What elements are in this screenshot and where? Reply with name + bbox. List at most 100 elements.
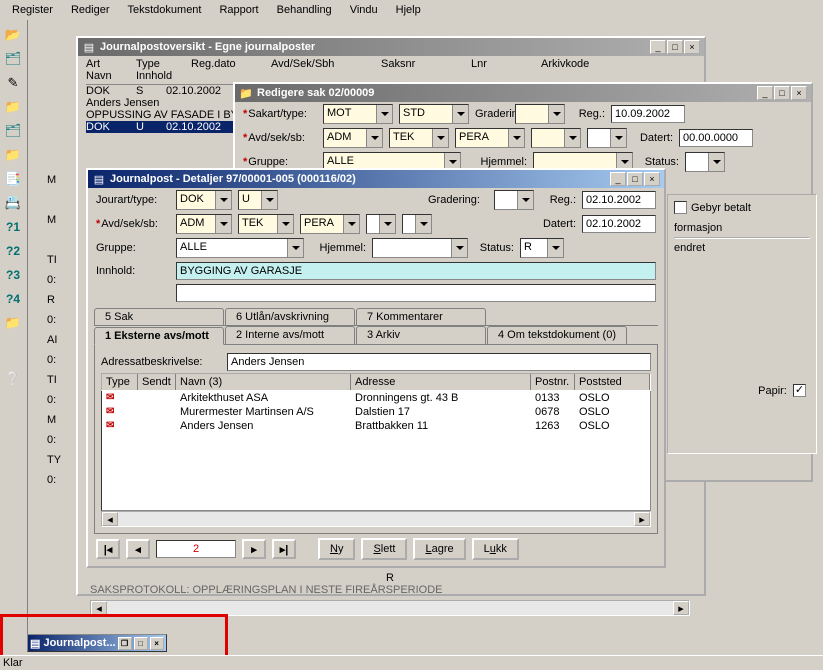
- question-icon[interactable]: ❔: [2, 368, 24, 390]
- tab-eksterne[interactable]: 1 Eksterne avs/mott: [94, 327, 224, 345]
- nav-first[interactable]: |◂: [96, 539, 120, 559]
- col-type[interactable]: Type: [102, 374, 138, 390]
- menu-rapport[interactable]: Rapport: [211, 2, 266, 18]
- scroll-right[interactable]: ▸: [634, 512, 650, 526]
- lukk-button[interactable]: Lukk: [472, 538, 519, 560]
- col-sendt[interactable]: Sendt: [138, 374, 176, 390]
- sakart2-dropdown[interactable]: STD: [399, 104, 469, 124]
- tab-tekstdok[interactable]: 4 Om tekstdokument (0): [487, 326, 627, 344]
- adressat-field[interactable]: Anders Jensen: [227, 353, 651, 371]
- help-2-icon[interactable]: ?2: [2, 240, 24, 262]
- tab-utlan[interactable]: 6 Utlån/avskrivning: [225, 308, 355, 325]
- maximize-button[interactable]: □: [627, 172, 643, 186]
- sbh-dropdown[interactable]: PERA: [455, 128, 525, 148]
- nav-prev[interactable]: ◂: [126, 539, 150, 559]
- datert-field[interactable]: 00.00.0000: [679, 129, 753, 147]
- gradering-dropdown[interactable]: [494, 190, 534, 210]
- help-4-icon[interactable]: ?4: [2, 288, 24, 310]
- tool-icon-2[interactable]: 🗂: [2, 120, 24, 142]
- close-button[interactable]: ×: [791, 86, 807, 100]
- minimize-button[interactable]: _: [757, 86, 773, 100]
- tab-interne[interactable]: 2 Interne avs/mott: [225, 326, 355, 344]
- menubar[interactable]: Register Rediger Tekstdokument Rapport B…: [0, 0, 823, 20]
- titlebar-journalpostoversikt[interactable]: ▤ Journalpostoversikt - Egne journalpost…: [78, 38, 704, 56]
- scroll-right[interactable]: ▸: [673, 601, 689, 615]
- hjemmel-dropdown[interactable]: [372, 238, 468, 258]
- datert-field[interactable]: 02.10.2002: [582, 215, 656, 233]
- taskbar-item-journalpost[interactable]: ▤ Journalpost... ❐ □ ×: [27, 634, 167, 652]
- list-row[interactable]: ✉ Arkitekthuset ASA Dronningens gt. 43 B…: [102, 391, 650, 405]
- menu-rediger[interactable]: Rediger: [63, 2, 118, 18]
- extra2-dropdown[interactable]: [402, 214, 432, 234]
- col-postnr[interactable]: Postnr.: [531, 374, 575, 390]
- list-row[interactable]: ✉ Murermester Martinsen A/S Dalstien 17 …: [102, 405, 650, 419]
- minimize-button[interactable]: _: [610, 172, 626, 186]
- taskbar-max[interactable]: □: [134, 637, 148, 650]
- close-button[interactable]: ×: [684, 40, 700, 54]
- tab-arkiv[interactable]: 3 Arkiv: [356, 326, 486, 344]
- help-1-icon[interactable]: ?1: [2, 216, 24, 238]
- cell-selected[interactable]: DOK: [86, 121, 136, 133]
- col-poststed[interactable]: Poststed: [575, 374, 650, 390]
- menu-behandling[interactable]: Behandling: [269, 2, 340, 18]
- status-dropdown[interactable]: R: [520, 238, 564, 258]
- tab-kommentarer[interactable]: 7 Kommentarer: [356, 308, 486, 325]
- list-scrollbar[interactable]: ◂ ▸: [101, 511, 651, 527]
- help-3-icon[interactable]: ?3: [2, 264, 24, 286]
- nav-next[interactable]: ▸: [242, 539, 266, 559]
- extra2-dropdown[interactable]: [587, 128, 627, 148]
- gruppe-dropdown[interactable]: ALLE: [176, 238, 304, 258]
- status-text: Klar: [3, 657, 23, 669]
- taskbar-close[interactable]: ×: [150, 637, 164, 650]
- status-dropdown[interactable]: [685, 152, 725, 172]
- papir-checkbox[interactable]: [793, 384, 806, 397]
- reg-field[interactable]: 02.10.2002: [582, 191, 656, 209]
- innhold-field[interactable]: BYGGING AV GARASJE: [176, 262, 656, 280]
- folder-open-icon[interactable]: 📂: [2, 24, 24, 46]
- list-body[interactable]: ✉ Arkitekthuset ASA Dronningens gt. 43 B…: [101, 391, 651, 511]
- folder-icon-3[interactable]: 📁: [2, 312, 24, 334]
- sek-dropdown[interactable]: TEK: [238, 214, 294, 234]
- innhold-extra[interactable]: [176, 284, 656, 302]
- titlebar-redigere[interactable]: 📁 Redigere sak 02/00009 _ □ ×: [235, 84, 811, 102]
- scroll-left[interactable]: ◂: [91, 601, 107, 615]
- minimize-button[interactable]: _: [650, 40, 666, 54]
- lagre-button[interactable]: Lagre: [413, 538, 465, 560]
- menu-vindu[interactable]: Vindu: [342, 2, 386, 18]
- extra-dropdown[interactable]: [531, 128, 581, 148]
- tab-sak[interactable]: 5 Sak: [94, 308, 224, 325]
- card-icon[interactable]: 📇: [2, 192, 24, 214]
- taskbar-restore[interactable]: ❐: [118, 637, 132, 650]
- maximize-button[interactable]: □: [667, 40, 683, 54]
- gebyr-checkbox[interactable]: [674, 201, 687, 214]
- list-row[interactable]: ✉ Anders Jensen Brattbakken 11 1263 OSLO: [102, 419, 650, 433]
- menu-hjelp[interactable]: Hjelp: [388, 2, 429, 18]
- avd-dropdown[interactable]: ADM: [176, 214, 232, 234]
- menu-register[interactable]: Register: [4, 2, 61, 18]
- close-button[interactable]: ×: [644, 172, 660, 186]
- pencil-icon[interactable]: ✎: [2, 72, 24, 94]
- titlebar-detaljer[interactable]: ▤ Journalpost - Detaljer 97/00001-005 (0…: [88, 170, 664, 188]
- tool-icon-3[interactable]: 📑: [2, 168, 24, 190]
- reg-field[interactable]: 10.09.2002: [611, 105, 685, 123]
- menu-tekstdokument[interactable]: Tekstdokument: [120, 2, 210, 18]
- maximize-button[interactable]: □: [774, 86, 790, 100]
- slett-button[interactable]: Slett: [361, 538, 407, 560]
- col-adresse[interactable]: Adresse: [351, 374, 531, 390]
- type-dropdown[interactable]: U: [238, 190, 278, 210]
- ny-button[interactable]: NNyy: [318, 538, 355, 560]
- tool-icon-1[interactable]: 🗂: [2, 48, 24, 70]
- folder-icon[interactable]: 📁: [2, 96, 24, 118]
- outer-scrollbar[interactable]: ◂ ▸: [90, 600, 690, 616]
- sek-dropdown[interactable]: TEK: [389, 128, 449, 148]
- folder-icon-2[interactable]: 📁: [2, 144, 24, 166]
- sakart-dropdown[interactable]: MOT: [323, 104, 393, 124]
- gradering-dropdown[interactable]: [515, 104, 565, 124]
- extra-dropdown[interactable]: [366, 214, 396, 234]
- nav-last[interactable]: ▸|: [272, 539, 296, 559]
- jourart-dropdown[interactable]: DOK: [176, 190, 232, 210]
- scroll-left[interactable]: ◂: [102, 512, 118, 526]
- sbh-dropdown[interactable]: PERA: [300, 214, 360, 234]
- col-navn[interactable]: Navn (3): [176, 374, 351, 390]
- avd-dropdown[interactable]: ADM: [323, 128, 383, 148]
